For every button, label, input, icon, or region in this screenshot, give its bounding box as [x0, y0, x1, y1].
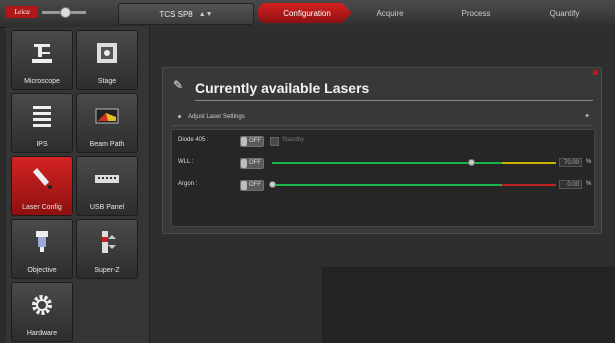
sidebar-item-laser-config[interactable]: Laser Config — [11, 156, 73, 216]
sidebar-item-label: IPS — [36, 141, 48, 148]
laser-toggle[interactable]: OFF — [240, 136, 264, 147]
sidebar-item-super-z[interactable]: Super-Z — [76, 219, 138, 279]
tab-process[interactable]: Process — [428, 3, 524, 23]
pin-icon[interactable]: ✦ — [584, 112, 590, 120]
sidebar-item-label: Stage — [97, 78, 117, 85]
power-slider-knob[interactable] — [467, 159, 475, 166]
power-slider-knob[interactable] — [269, 181, 276, 188]
power-slider-track[interactable] — [272, 184, 502, 186]
sidebar-item-label: Beam Path — [89, 141, 125, 148]
power-slider-warning-zone — [502, 162, 556, 164]
standby-label: Standby — [282, 137, 305, 143]
laser-panel: ✎ Currently available Lasers Adjust Lase… — [162, 67, 602, 234]
system-selector[interactable]: TCS SP8 ▲▼ — [118, 3, 254, 25]
sidebar-item-label: Microscope — [24, 78, 60, 85]
laser-config-icon — [28, 165, 56, 193]
laser-toggle[interactable]: OFF — [240, 158, 264, 169]
sidebar-item-hardware[interactable]: Hardware — [11, 282, 73, 342]
power-value[interactable]: 0.00 — [559, 180, 582, 189]
standby-checkbox[interactable] — [270, 137, 279, 146]
power-unit: % — [586, 181, 592, 187]
gear-icon — [28, 291, 56, 319]
power-unit: % — [586, 159, 592, 165]
divider — [195, 100, 593, 101]
panel-title: Currently available Lasers — [195, 80, 370, 96]
usb-panel-icon — [93, 165, 121, 193]
sidebar-item-beam-path[interactable]: Beam Path — [76, 93, 138, 153]
sidebar-item-objective[interactable]: Objective — [11, 219, 73, 279]
section-label: Adjust Laser Settings — [188, 114, 245, 120]
sidebar-item-label: Super-Z — [94, 267, 120, 274]
section-header[interactable]: Adjust Laser Settings ✦ — [171, 111, 593, 126]
brightness-slider[interactable] — [42, 7, 86, 18]
laser-toggle[interactable]: OFF — [240, 180, 264, 191]
power-slider-warning-zone — [502, 184, 556, 186]
empty-workspace — [322, 267, 615, 343]
microscope-icon — [28, 39, 56, 67]
main-area: ✎ Currently available Lasers Adjust Lase… — [150, 27, 615, 343]
pencil-icon: ✎ — [173, 78, 184, 92]
leica-logo: Leica — [6, 6, 38, 18]
power-value[interactable]: 70.00 — [559, 158, 582, 167]
beam-path-icon — [93, 102, 121, 130]
objective-icon — [28, 228, 56, 256]
laser-row-diode405: Diode 405 : OFF Standby — [172, 132, 594, 150]
top-bar: Leica TCS SP8 ▲▼ Configuration Acquire P… — [0, 0, 615, 28]
ips-icon — [28, 102, 56, 130]
sidebar-item-ips[interactable]: IPS — [11, 93, 73, 153]
tab-quantify[interactable]: Quantify — [514, 3, 615, 23]
laser-list: Diode 405 : OFF Standby WLL : OFF 70.00 … — [171, 129, 595, 227]
slider-knob[interactable] — [60, 7, 71, 18]
laser-row-argon: Argon : OFF 0.00 % — [172, 176, 594, 194]
tab-acquire[interactable]: Acquire — [342, 3, 438, 23]
stage-icon — [93, 39, 121, 67]
super-z-icon — [93, 228, 121, 256]
sidebar-item-usb-panel[interactable]: USB Panel — [76, 156, 138, 216]
sidebar-item-microscope[interactable]: Microscope — [11, 30, 73, 90]
tab-configuration[interactable]: Configuration — [258, 3, 356, 23]
bullet-icon — [178, 115, 181, 118]
up-down-icon: ▲▼ — [198, 10, 213, 18]
sidebar-item-label: Laser Config — [22, 204, 62, 211]
close-icon[interactable] — [593, 70, 598, 75]
sidebar-item-label: Objective — [27, 267, 57, 274]
laser-name: Diode 405 : — [178, 137, 209, 143]
system-name: TCS SP8 — [159, 9, 193, 19]
sidebar-item-label: Hardware — [26, 330, 58, 337]
laser-row-wll: WLL : OFF 70.00 % — [172, 154, 594, 172]
sidebar: Microscope Stage IPS Beam Path Laser Con… — [6, 27, 150, 343]
laser-name: Argon : — [178, 181, 198, 187]
sidebar-item-stage[interactable]: Stage — [76, 30, 138, 90]
sidebar-item-label: USB Panel — [89, 204, 125, 211]
laser-name: WLL : — [178, 159, 194, 165]
